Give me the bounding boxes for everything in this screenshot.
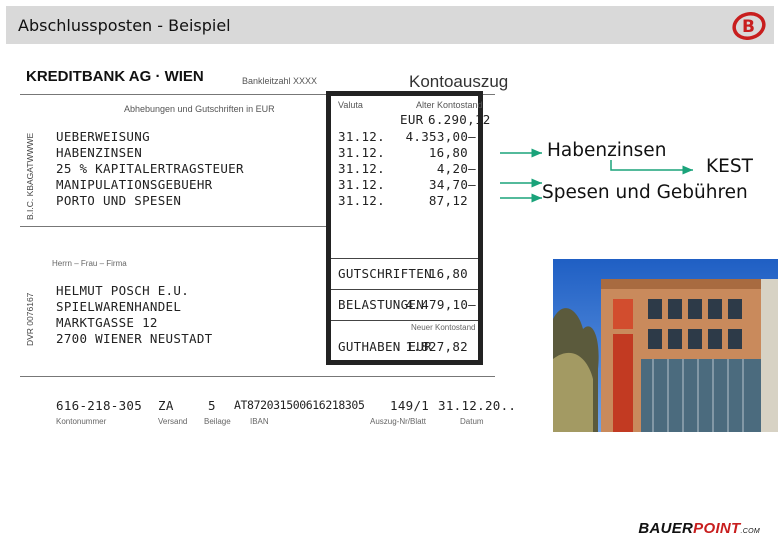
old-balance-label: Alter Kontostand bbox=[416, 100, 483, 110]
date-label: Datum bbox=[460, 417, 484, 426]
account-number: 616-218-305 bbox=[56, 398, 143, 413]
brand-suffix: .COM bbox=[740, 528, 760, 535]
divider bbox=[331, 258, 478, 259]
holder-line-1: HELMUT POSCH E.U. bbox=[56, 283, 190, 298]
brand-part-2: POINT bbox=[693, 520, 741, 537]
annotation-arrows bbox=[500, 148, 542, 203]
bauerpoint-logo-icon: B bbox=[732, 12, 766, 40]
item-amount-3: 4,20– bbox=[436, 161, 476, 176]
date-value: 31.12.20.. bbox=[438, 398, 517, 413]
item-text-2: HABENZINSEN bbox=[56, 145, 143, 160]
title-bar: Abschlussposten - Beispiel B bbox=[6, 6, 774, 44]
svg-text:B: B bbox=[742, 17, 755, 37]
dvr-side-label: DVR 0076167 bbox=[25, 292, 35, 346]
annotation-habenzinsen: Habenzinsen bbox=[547, 140, 667, 161]
item-text-3: 25 % KAPITALERTRAGSTEUER bbox=[56, 161, 244, 176]
credits-value: 16,80 bbox=[428, 266, 468, 281]
holder-caption: Herrn – Frau – Firma bbox=[52, 259, 127, 268]
item-amount-5: 87,12 bbox=[428, 193, 468, 208]
old-balance-value: 6.290,12 bbox=[428, 112, 491, 127]
item-date-3: 31.12. bbox=[338, 161, 385, 176]
enclosure-value: 5 bbox=[208, 398, 216, 413]
kest-connector bbox=[610, 160, 693, 175]
annotation-kest: KEST bbox=[706, 156, 753, 177]
dispatch-value: ZA bbox=[158, 398, 174, 413]
dispatch-label: Versand bbox=[158, 417, 188, 426]
holder-line-2: SPIELWARENHANDEL bbox=[56, 299, 182, 314]
iban-label: IBAN bbox=[250, 417, 269, 426]
bic-side-label: B.I.C. KBAGATWWWE bbox=[25, 132, 35, 220]
holder-line-3: MARKTGASSE 12 bbox=[56, 315, 158, 330]
divider bbox=[20, 376, 495, 377]
new-balance-caption: Neuer Kontostand bbox=[411, 323, 476, 332]
bank-name: KREDITBANK AG · WIEN bbox=[26, 68, 204, 85]
amounts-frame: Valuta Alter Kontostand EUR 6.290,12 31.… bbox=[326, 91, 490, 365]
item-date-4: 31.12. bbox=[338, 177, 385, 192]
bank-code-label: Bankleitzahl XXXX bbox=[242, 76, 318, 86]
item-amount-1: 4.353,00– bbox=[405, 129, 476, 144]
statement-sheet-value: 149/1 bbox=[390, 398, 430, 413]
statement-sheet-label: Auszug-Nr/Blatt bbox=[370, 417, 427, 426]
divider bbox=[331, 289, 478, 290]
iban-value: AT872031500616218305 bbox=[234, 398, 365, 412]
divider bbox=[20, 226, 326, 227]
enclosure-label: Beilage bbox=[204, 417, 231, 426]
currency-caption: Abhebungen und Gutschriften in EUR bbox=[124, 104, 275, 114]
annotation-spesen: Spesen und Gebühren bbox=[542, 182, 748, 203]
slide-title: Abschlussposten - Beispiel bbox=[18, 16, 231, 35]
divider bbox=[331, 320, 478, 321]
balance-value: 1.827,82 bbox=[405, 339, 468, 354]
brand-part-1: BAUER bbox=[638, 520, 694, 537]
item-text-1: UEBERWEISUNG bbox=[56, 129, 150, 144]
statement-doc-title: Kontoauszug bbox=[409, 72, 509, 91]
bank-statement: KREDITBANK AG · WIEN Bankleitzahl XXXX K… bbox=[20, 58, 516, 430]
item-amount-2: 16,80 bbox=[428, 145, 468, 160]
debits-value: 4.479,10– bbox=[405, 297, 476, 312]
bank-building-photo bbox=[553, 259, 778, 432]
item-date-1: 31.12. bbox=[338, 129, 385, 144]
valuta-label: Valuta bbox=[338, 100, 363, 110]
old-balance-currency: EUR bbox=[400, 112, 424, 127]
holder-line-4: 2700 WIENER NEUSTADT bbox=[56, 331, 213, 346]
item-amount-4: 34,70– bbox=[429, 177, 476, 192]
item-text-5: PORTO UND SPESEN bbox=[56, 193, 182, 208]
item-date-5: 31.12. bbox=[338, 193, 385, 208]
account-number-label: Kontonummer bbox=[56, 417, 107, 426]
bauerpoint-brand: BAUERPOINT.COM bbox=[638, 520, 760, 537]
item-date-2: 31.12. bbox=[338, 145, 385, 160]
credits-label: GUTSCHRIFTEN bbox=[338, 266, 432, 281]
arrow-kest-bend-icon bbox=[610, 160, 693, 175]
item-text-4: MANIPULATIONSGEBUEHR bbox=[56, 177, 213, 192]
